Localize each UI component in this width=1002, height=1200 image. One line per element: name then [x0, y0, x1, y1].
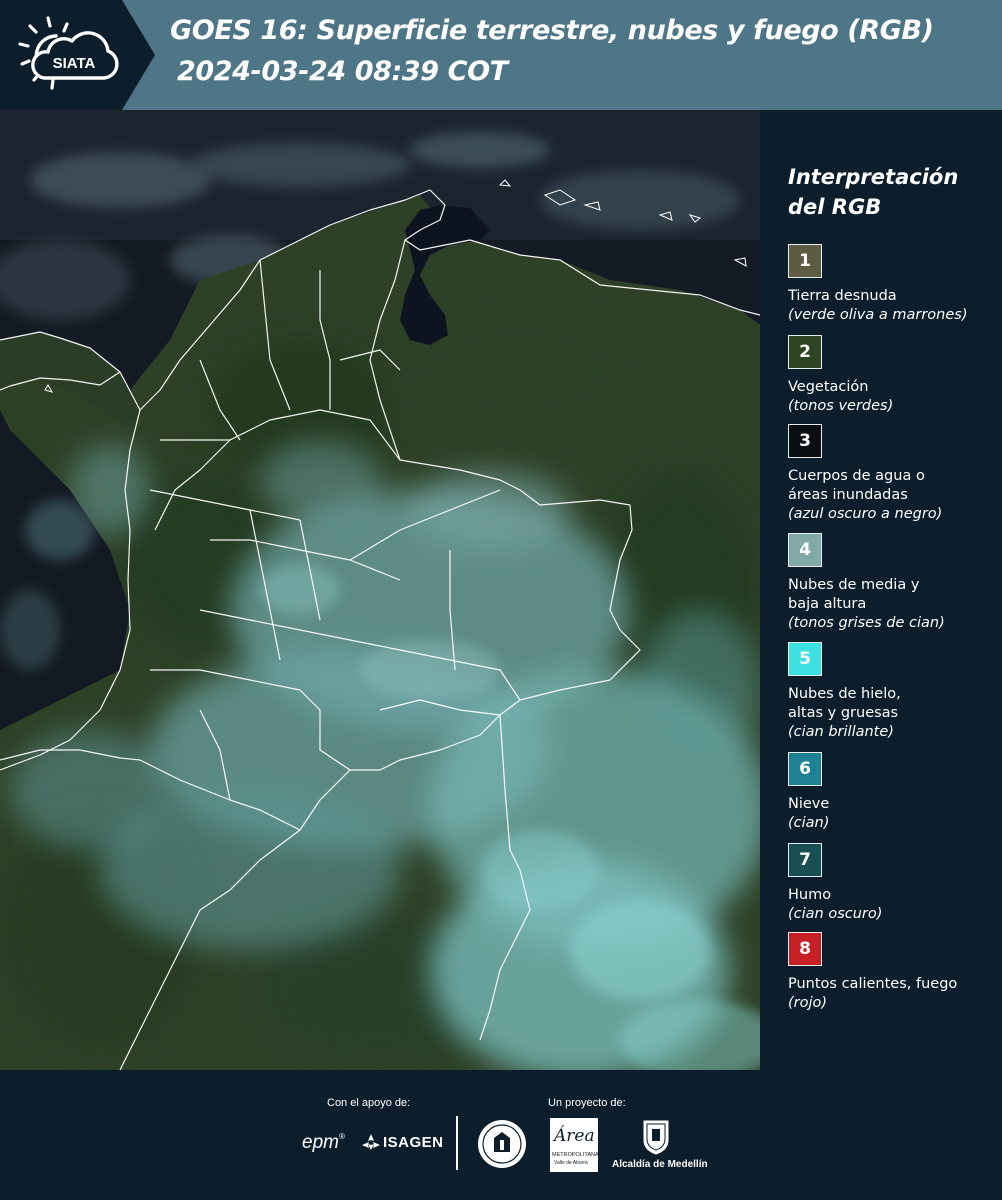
legend-number: 1	[799, 251, 811, 271]
legend-note: (cian oscuro)	[788, 906, 883, 922]
legend-note: (tonos verdes)	[788, 398, 894, 414]
legend-title: Interpretación del RGB	[788, 162, 998, 222]
epm-logo: epm®	[302, 1132, 345, 1153]
area-metro-sub2: Valle de Aburrá	[554, 1160, 588, 1166]
legend-item-vegetation: 2 Vegetación (tonos verdes)	[788, 335, 1002, 416]
legend-label: Nubes de media y baja altura	[788, 577, 920, 612]
area-metro-sub1: METROPOLITANA	[552, 1152, 599, 1158]
legend-label: Humo	[788, 887, 832, 903]
footer-divider	[456, 1116, 458, 1170]
alcaldia-shield-icon	[643, 1120, 669, 1155]
project-caption: Un proyecto de:	[548, 1097, 626, 1109]
legend-item-snow: 6 Nieve (cian)	[788, 752, 1002, 833]
legend-swatch: 5	[788, 642, 822, 676]
epm-logo-text: epm	[302, 1132, 339, 1153]
rgb-legend: Interpretación del RGB 1 Tierra desnuda …	[760, 110, 1002, 1070]
medellin-seal-icon	[478, 1120, 526, 1168]
legend-swatch: 8	[788, 932, 822, 966]
legend-label: Tierra desnuda	[788, 288, 897, 304]
satellite-image	[0, 110, 760, 1070]
isagen-logo-text: ISAGEN	[383, 1134, 444, 1151]
legend-note: (cian)	[788, 815, 830, 831]
legend-title-line2: del RGB	[788, 195, 882, 219]
legend-item-water: 3 Cuerpos de agua o áreas inundadas (azu…	[788, 424, 1002, 524]
legend-number: 2	[799, 342, 811, 362]
legend-label: Vegetación	[788, 379, 869, 395]
legend-item-smoke: 7 Humo (cian oscuro)	[788, 843, 1002, 924]
legend-swatch: 2	[788, 335, 822, 369]
legend-item-low-clouds: 4 Nubes de media y baja altura (tonos gr…	[788, 533, 1002, 633]
legend-label: Puntos calientes, fuego	[788, 976, 958, 992]
legend-label: Nubes de hielo, altas y gruesas	[788, 686, 901, 721]
legend-note: (tonos grises de cian)	[788, 615, 945, 631]
area-metro-text: Área	[554, 1126, 595, 1146]
header: SIATA GOES 16: Superficie terrestre, nub…	[0, 0, 1002, 110]
observation-datetime: 2024-03-24 08:39 COT	[177, 56, 508, 87]
legend-label: Cuerpos de agua o áreas inundadas	[788, 468, 925, 503]
legend-item-bare-land: 1 Tierra desnuda (verde oliva a marrones…	[788, 244, 1002, 325]
legend-swatch: 6	[788, 752, 822, 786]
alcaldia-logo-text: Alcaldía de Medellín	[612, 1159, 708, 1170]
legend-number: 3	[799, 431, 811, 451]
support-caption: Con el apoyo de:	[327, 1097, 411, 1109]
legend-number: 7	[799, 850, 811, 870]
page-title: GOES 16: Superficie terrestre, nubes y f…	[170, 15, 934, 46]
isagen-icon	[362, 1134, 380, 1150]
area-metropolitana-logo: Área METROPOLITANA Valle de Aburrá	[550, 1118, 599, 1172]
legend-note: (cian brillante)	[788, 724, 894, 740]
legend-number: 5	[799, 649, 811, 669]
legend-number: 8	[799, 939, 811, 959]
legend-number: 4	[799, 540, 811, 560]
legend-swatch: 4	[788, 533, 822, 567]
legend-swatch: 7	[788, 843, 822, 877]
legend-note: (azul oscuro a negro)	[788, 506, 943, 522]
legend-item-ice-clouds: 5 Nubes de hielo, altas y gruesas (cian …	[788, 642, 1002, 742]
legend-number: 6	[799, 759, 811, 779]
satellite-map	[0, 110, 760, 1070]
legend-note: (rojo)	[788, 995, 828, 1011]
legend-swatch: 3	[788, 424, 822, 458]
legend-label: Nieve	[788, 796, 830, 812]
legend-swatch: 1	[788, 244, 822, 278]
siata-logo: SIATA	[18, 16, 119, 90]
logo-text: SIATA	[53, 55, 96, 72]
legend-item-hotspots: 8 Puntos calientes, fuego (rojo)	[788, 932, 1002, 1013]
legend-note: (verde oliva a marrones)	[788, 307, 968, 323]
footer: Con el apoyo de: Un proyecto de: epm® IS…	[0, 1070, 1002, 1200]
legend-title-line1: Interpretación	[788, 165, 959, 189]
